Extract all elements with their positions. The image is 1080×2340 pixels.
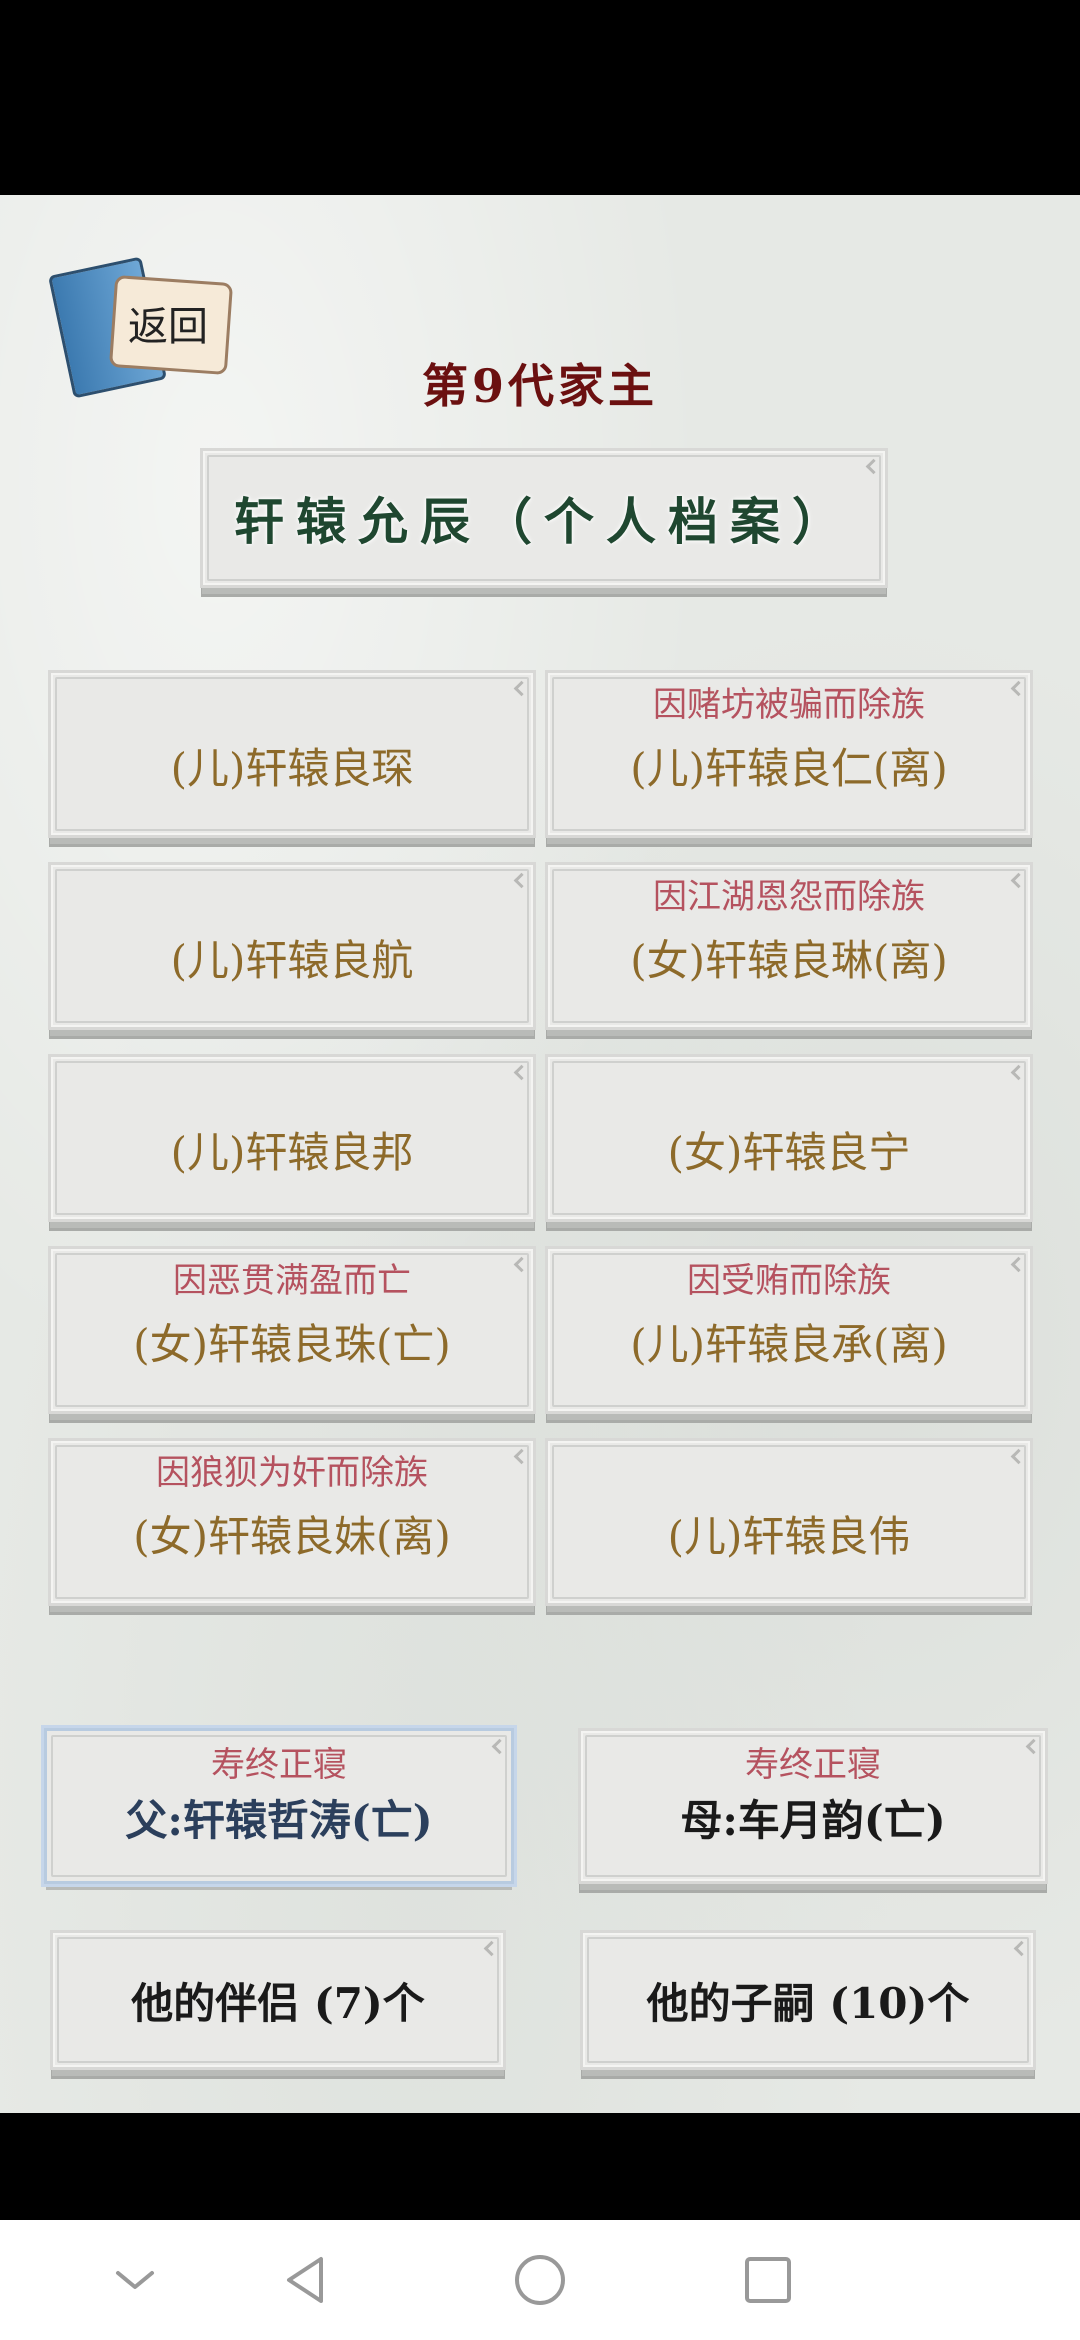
child-card[interactable]: (儿)轩辕良琛 (48, 670, 536, 838)
mother-name: 母:车月韵(亡) (680, 1796, 946, 1845)
child-card[interactable]: 因江湖恩怨而除族 (女)轩辕良琳(离) (545, 862, 1033, 1030)
child-name: (女)轩辕良妹(离) (133, 1512, 451, 1561)
back-button-label: 返回 (128, 304, 208, 350)
father-note: 寿终正寝 (211, 1745, 347, 1785)
child-note: 因江湖恩怨而除族 (653, 877, 925, 917)
child-name: (儿)轩辕良琛 (170, 744, 414, 793)
home-circle-icon[interactable] (505, 2245, 575, 2315)
child-note: 因狼狈为奸而除族 (156, 1453, 428, 1493)
profile-title-box: 轩辕允辰（个人档案） (200, 448, 888, 588)
child-note: 因恶贯满盈而亡 (173, 1261, 411, 1301)
status-bar (0, 0, 1080, 195)
system-nav-bar (0, 2220, 1080, 2340)
father-card[interactable]: 寿终正寝 父:轩辕哲涛(亡) (44, 1728, 514, 1884)
back-triangle-icon[interactable] (273, 2245, 343, 2315)
child-name: (女)轩辕良宁 (667, 1128, 911, 1177)
child-card[interactable]: (儿)轩辕良伟 (545, 1438, 1033, 1606)
child-name: (儿)轩辕良航 (170, 936, 414, 985)
children-button-label: 他的子嗣 (10)个 (646, 1978, 970, 2028)
child-name: (女)轩辕良珠(亡) (133, 1320, 451, 1369)
mother-card[interactable]: 寿终正寝 母:车月韵(亡) (578, 1728, 1048, 1884)
father-name: 父:轩辕哲涛(亡) (125, 1796, 433, 1845)
children-button[interactable]: 他的子嗣 (10)个 (580, 1930, 1036, 2070)
child-card[interactable]: (女)轩辕良宁 (545, 1054, 1033, 1222)
partners-button[interactable]: 他的伴侣 (7)个 (50, 1930, 506, 2070)
child-card[interactable]: (儿)轩辕良航 (48, 862, 536, 1030)
child-name: (儿)轩辕良邦 (170, 1128, 414, 1177)
child-name: (儿)轩辕良伟 (667, 1512, 911, 1561)
child-card[interactable]: 因受贿而除族 (儿)轩辕良承(离) (545, 1246, 1033, 1414)
child-card[interactable]: (儿)轩辕良邦 (48, 1054, 536, 1222)
game-screen: 返回 第9代家主 轩辕允辰（个人档案） (儿)轩辕良琛 因赌坊被骗而除族 (儿)… (0, 195, 1080, 2113)
child-note: 因赌坊被骗而除族 (653, 685, 925, 725)
chevron-down-icon[interactable] (100, 2245, 170, 2315)
child-name: (女)轩辕良琳(离) (630, 936, 948, 985)
child-name: (儿)轩辕良仁(离) (630, 744, 948, 793)
child-card[interactable]: 因狼狈为奸而除族 (女)轩辕良妹(离) (48, 1438, 536, 1606)
mother-note: 寿终正寝 (745, 1745, 881, 1785)
child-card[interactable]: 因赌坊被骗而除族 (儿)轩辕良仁(离) (545, 670, 1033, 838)
generation-title: 第9代家主 (421, 359, 658, 413)
child-note: 因受贿而除族 (687, 1261, 891, 1301)
profile-title: 轩辕允辰（个人档案） (234, 492, 854, 551)
recents-square-icon[interactable] (733, 2245, 803, 2315)
child-name: (儿)轩辕良承(离) (630, 1320, 948, 1369)
partners-button-label: 他的伴侣 (7)个 (131, 1978, 425, 2028)
child-card[interactable]: 因恶贯满盈而亡 (女)轩辕良珠(亡) (48, 1246, 536, 1414)
bottom-bar (0, 2113, 1080, 2220)
